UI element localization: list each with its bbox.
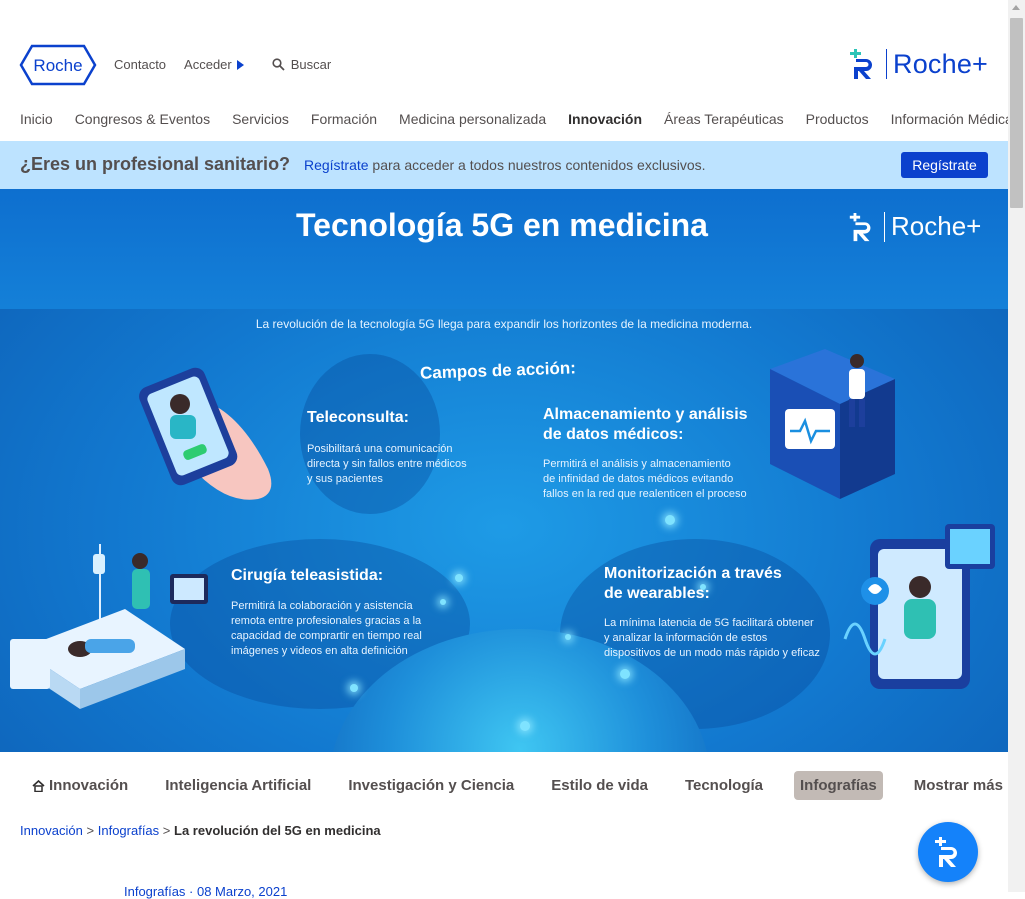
nav-item-congresos[interactable]: Congresos & Eventos: [75, 111, 210, 127]
monitorizacion-title: Monitorización a través de wearables:: [604, 564, 782, 604]
body-line: Posibilitará una comunicación: [307, 443, 453, 455]
hero-logo-text: Roche+: [891, 211, 982, 241]
home-icon: [32, 779, 45, 792]
tab-label: Innovación: [49, 777, 129, 794]
hero-title: Tecnología 5G en medicina: [296, 207, 708, 243]
acceder-label: Acceder: [184, 57, 232, 72]
scroll-up-arrow-icon[interactable]: [1012, 5, 1020, 10]
category-tabs: Innovación Inteligencia Artificial Inves…: [32, 771, 1025, 800]
vertical-scrollbar[interactable]: [1008, 0, 1025, 892]
nav-item-servicios[interactable]: Servicios: [232, 111, 289, 127]
search-box[interactable]: [272, 57, 411, 72]
rocheplus-mark-icon: [850, 49, 872, 79]
tab-innovacion[interactable]: Innovación: [32, 771, 134, 800]
breadcrumb-infografias[interactable]: Infografías: [98, 823, 159, 838]
caret-right-icon: [236, 59, 244, 70]
campos-heading: Campos de acción:: [419, 358, 577, 383]
body-line: Permitirá el análisis y almacenamiento: [543, 458, 731, 470]
cirugia-body: Permitirá la colaboración y asistencia r…: [231, 599, 422, 659]
body-line: fallos en la red que realenticen el proc…: [543, 488, 747, 500]
wearables-illustration: [843, 524, 995, 689]
breadcrumb-separator: >: [162, 823, 171, 838]
search-icon: [272, 58, 285, 71]
tab-estilo-de-vida[interactable]: Estilo de vida: [545, 771, 654, 800]
body-line: imágenes y videos en alta definición: [231, 645, 408, 657]
show-more-label: Mostrar más: [913, 777, 1003, 794]
body-line: remota entre profesionales gracias a la: [231, 615, 422, 627]
rocheplus-fab-button[interactable]: [918, 822, 978, 882]
hero-rocheplus-logo: Roche+: [846, 211, 981, 242]
network-node: [620, 669, 630, 679]
rocheplus-mark-icon: [849, 212, 871, 241]
title-line: Monitorización a través: [604, 565, 782, 582]
hero-subtitle: La revolución de la tecnología 5G llega …: [255, 317, 753, 331]
register-banner: ¿Eres un profesional sanitario? Regístra…: [0, 141, 1008, 189]
tab-investigacion-ciencia[interactable]: Investigación y Ciencia: [342, 771, 520, 800]
banner-title: ¿Eres un profesional sanitario?: [20, 154, 291, 174]
network-node: [665, 515, 675, 525]
banner-message: para acceder a todos nuestros contenidos…: [368, 157, 706, 173]
banner-text: ¿Eres un profesional sanitario? Regístra…: [20, 154, 706, 175]
nav-item-areas-terapeuticas[interactable]: Áreas Terapéuticas: [664, 111, 784, 127]
title-line: de wearables:: [604, 585, 710, 602]
teleconsulta-title: Teleconsulta:: [307, 409, 409, 426]
roche-logo[interactable]: Roche: [19, 44, 97, 86]
network-node: [455, 574, 463, 582]
logo-separator: [886, 49, 887, 79]
body-line: La mínima latencia de 5G facilitará obte…: [604, 617, 814, 629]
tab-infografias[interactable]: Infografías: [794, 771, 883, 800]
nav-item-informacion-medica[interactable]: Información Médica: [891, 111, 1013, 127]
data-server-illustration: [770, 349, 895, 499]
breadcrumb-separator: >: [86, 823, 95, 838]
search-input[interactable]: [290, 57, 411, 72]
breadcrumb-current: La revolución del 5G en medicina: [174, 823, 381, 838]
breadcrumb-innovacion[interactable]: Innovación: [20, 823, 83, 838]
scrollbar-thumb[interactable]: [1010, 18, 1023, 208]
main-nav: Inicio Congresos & Eventos Servicios For…: [20, 111, 1025, 127]
almacenamiento-body: Permitirá el análisis y almacenamiento d…: [543, 457, 747, 502]
rocheplus-logo[interactable]: Roche+: [846, 48, 988, 80]
rocheplus-text: Roche+: [893, 48, 989, 79]
banner-register-link[interactable]: Regístrate: [304, 157, 369, 173]
teleconsulta-body: Posibilitará una comunicación directa y …: [307, 442, 467, 487]
top-links: Contacto Acceder: [114, 57, 411, 72]
body-line: Permitirá la colaboración y asistencia: [231, 600, 413, 612]
body-line: dispositivos de un modo más rápido y efi…: [604, 647, 820, 659]
body-line: y analizar la información de estos: [604, 632, 768, 644]
site-header: Roche Contacto Acceder Roche+ Inicio Con…: [0, 0, 1013, 140]
network-node: [440, 599, 446, 605]
title-line: de datos médicos:: [543, 426, 684, 443]
network-node: [565, 634, 571, 640]
rocheplus-mark-icon: [935, 837, 957, 867]
body-line: capacidad de comprartir en tiempo real: [231, 630, 422, 642]
decorative-blob: [300, 354, 440, 514]
network-node: [520, 721, 530, 731]
register-button[interactable]: Regístrate: [901, 152, 988, 178]
nav-item-formacion[interactable]: Formación: [311, 111, 377, 127]
tab-tecnologia[interactable]: Tecnología: [679, 771, 769, 800]
nav-item-inicio[interactable]: Inicio: [20, 111, 53, 127]
infographic-hero: Tecnología 5G en medicina Roche+ La revo…: [0, 189, 1008, 752]
nav-item-productos[interactable]: Productos: [806, 111, 869, 127]
logo-separator: [884, 211, 885, 242]
body-line: y sus pacientes: [307, 473, 383, 485]
breadcrumb: Innovación > Infografías > La revolución…: [20, 823, 381, 838]
monitorizacion-body: La mínima latencia de 5G facilitará obte…: [604, 616, 820, 661]
acceder-link[interactable]: Acceder: [184, 57, 244, 72]
nav-item-innovacion[interactable]: Innovación: [568, 111, 642, 127]
title-line: Almacenamiento y análisis: [543, 406, 748, 423]
tab-inteligencia-artificial[interactable]: Inteligencia Artificial: [159, 771, 317, 800]
svg-text:Roche: Roche: [33, 56, 82, 75]
network-node: [350, 684, 358, 692]
almacenamiento-title: Almacenamiento y análisis de datos médic…: [543, 405, 748, 445]
smartphone-illustration: [139, 367, 272, 500]
body-line: directa y sin fallos entre médicos: [307, 458, 467, 470]
nav-item-medicina-personalizada[interactable]: Medicina personalizada: [399, 111, 546, 127]
cirugia-title: Cirugía teleasistida:: [231, 567, 384, 584]
contacto-link[interactable]: Contacto: [114, 57, 166, 72]
surgery-room-illustration: [10, 544, 208, 709]
body-line: de infinidad de datos médicos evitando: [543, 473, 734, 485]
